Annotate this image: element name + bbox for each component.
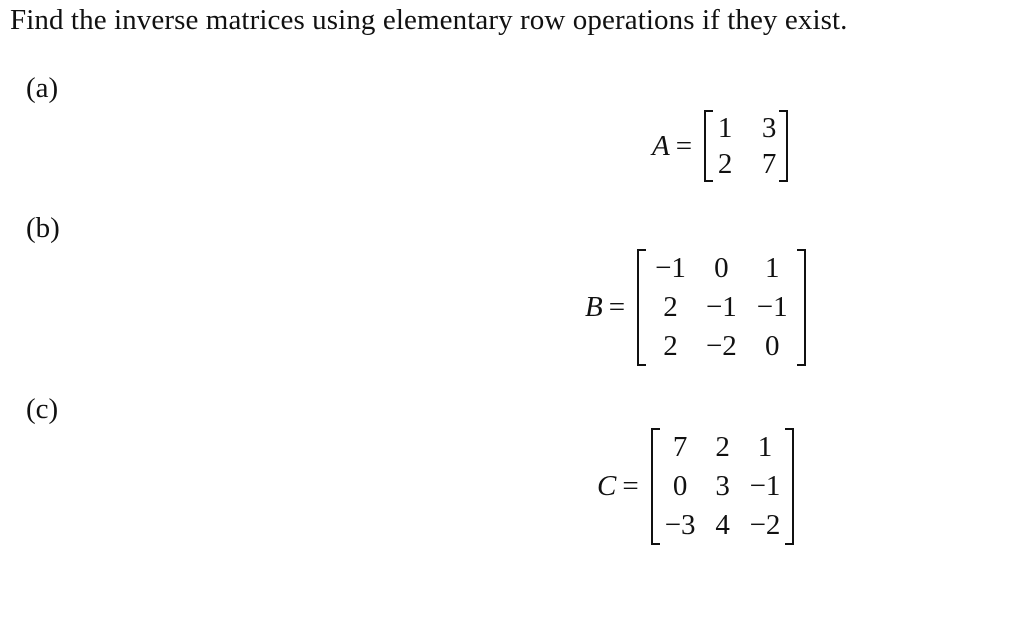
matrix-cell: 2	[717, 148, 733, 180]
matrix-cell: 3	[761, 112, 777, 144]
matrix-cell: 2	[663, 330, 678, 362]
matrix-b: −1 0 1 2 −1 −1 2 −2 0	[637, 249, 806, 366]
part-b-label: (b)	[26, 212, 60, 244]
matrix-row: 2 −1 −1	[645, 288, 798, 327]
matrix-row: −3 4 −2	[659, 506, 787, 545]
matrix-row: 7 2 1	[659, 428, 787, 467]
matrix-cell: 3	[715, 470, 730, 502]
matrix-a: 1 3 2 7	[704, 110, 789, 182]
matrix-c-equation: C = 7 2 1 0 3 −1 −3 4 −2	[597, 428, 795, 545]
matrix-cell: 0	[764, 330, 780, 362]
matrix-cell: 7	[672, 431, 688, 463]
matrix-cell: −1	[756, 291, 788, 323]
matrix-cell: 2	[663, 291, 678, 323]
equals-sign: =	[608, 291, 626, 323]
matrix-cell: −1	[705, 291, 737, 323]
matrix-cell: 7	[761, 148, 777, 180]
matrix-cell: 1	[757, 431, 773, 463]
matrix-row: 2 −2 0	[645, 327, 798, 366]
matrix-a-name: A	[652, 129, 670, 162]
instruction-text: Find the inverse matrices using elementa…	[10, 4, 848, 36]
matrix-cell: 0	[672, 470, 688, 502]
equals-sign: =	[622, 470, 639, 502]
matrix-a-equation: A = 1 3 2 7	[652, 110, 789, 182]
matrix-cell: −2	[705, 330, 737, 362]
matrix-b-name: B	[585, 291, 603, 323]
matrix-row: −1 0 1	[645, 249, 798, 288]
matrix-cell: −2	[749, 509, 781, 541]
matrix-cell: −1	[655, 252, 686, 284]
matrix-cell: 4	[715, 509, 730, 541]
matrix-cell: −1	[749, 470, 781, 502]
matrix-cell: 1	[717, 112, 733, 144]
part-a-label: (a)	[26, 72, 59, 104]
matrix-row: 2 7	[712, 146, 780, 182]
matrix-b-equation: B = −1 0 1 2 −1 −1 2 −2 0	[585, 249, 806, 366]
matrix-row: 1 3	[712, 110, 780, 146]
matrix-cell: −3	[664, 509, 696, 541]
equals-sign: =	[675, 129, 693, 162]
matrix-c: 7 2 1 0 3 −1 −3 4 −2	[650, 428, 795, 545]
matrix-cell: 1	[764, 252, 780, 284]
matrix-row: 0 3 −1	[659, 467, 787, 506]
matrix-c-name: C	[597, 470, 617, 502]
matrix-cell: 0	[714, 252, 729, 284]
part-c-label: (c)	[26, 393, 59, 425]
matrix-cell: 2	[715, 431, 730, 463]
